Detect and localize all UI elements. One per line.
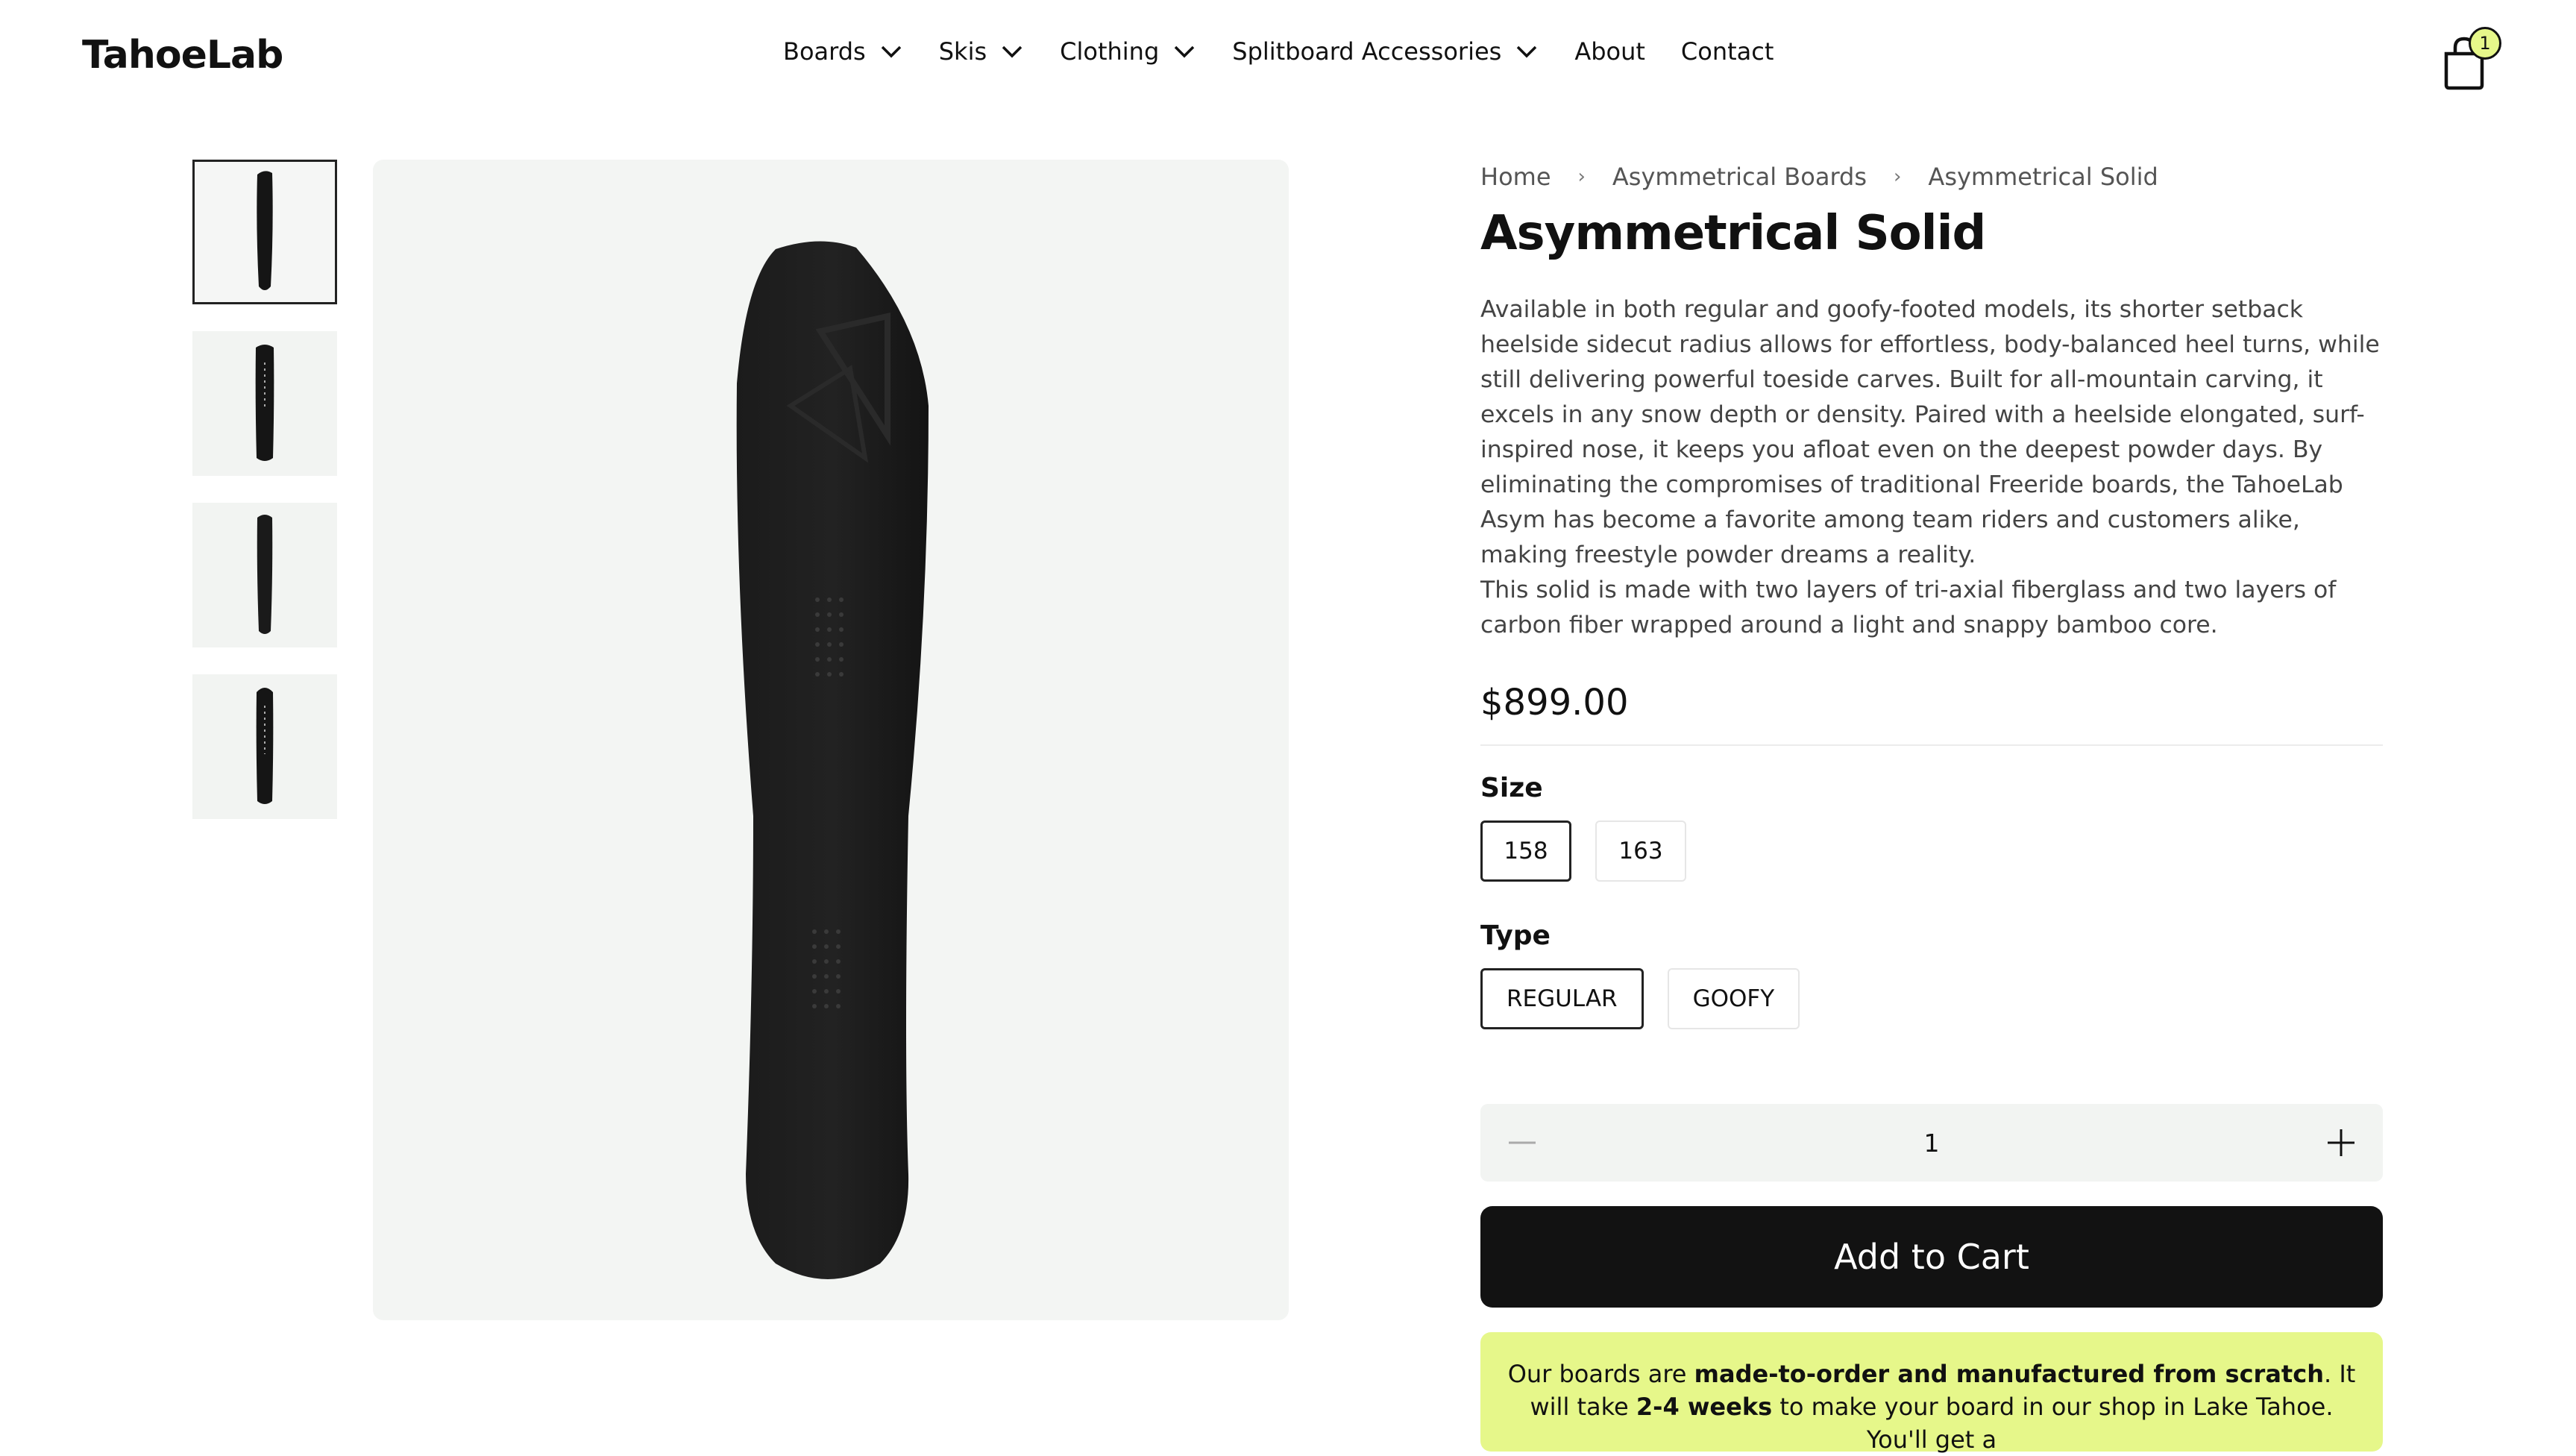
- size-option-163[interactable]: 163: [1595, 820, 1686, 882]
- breadcrumb-home[interactable]: Home: [1480, 163, 1551, 191]
- nav-item-contact[interactable]: Contact: [1681, 37, 1774, 66]
- notice-text: Our boards are: [1507, 1360, 1694, 1388]
- nav-label: About: [1574, 37, 1645, 66]
- description-paragraph: Available in both regular and goofy-foot…: [1480, 296, 2380, 568]
- nav-item-skis[interactable]: Skis: [939, 37, 1024, 66]
- nav-label: Contact: [1680, 37, 1774, 66]
- product-title: Asymmetrical Solid: [1480, 206, 1986, 261]
- nav-item-about[interactable]: About: [1574, 37, 1645, 66]
- nav-label: Boards: [783, 37, 866, 66]
- product-description: Available in both regular and goofy-foot…: [1480, 292, 2383, 643]
- breadcrumb-separator-icon: ›: [1577, 166, 1586, 188]
- nav-item-boards[interactable]: Boards: [783, 37, 903, 66]
- snowboard-thumbnail-image: [257, 171, 273, 290]
- nav-item-clothing[interactable]: Clothing: [1060, 37, 1196, 66]
- breadcrumb-category[interactable]: Asymmetrical Boards: [1612, 163, 1867, 191]
- thumbnail-2[interactable]: [192, 331, 337, 476]
- nav-label: Clothing: [1060, 37, 1160, 66]
- breadcrumb-current: Asymmetrical Solid: [1928, 163, 2158, 191]
- nav-label: Skis: [938, 37, 987, 66]
- type-options: REGULAR GOOFY: [1480, 968, 1823, 1029]
- decrement-button[interactable]: [1503, 1123, 1542, 1162]
- size-label: Size: [1480, 773, 1543, 803]
- type-label: Type: [1480, 920, 1551, 951]
- type-option-regular[interactable]: REGULAR: [1480, 968, 1644, 1029]
- product-page: TahoeLab Boards Skis Clothing Splitboard…: [0, 0, 2576, 1454]
- logo[interactable]: TahoeLab: [82, 33, 283, 78]
- notice-bold: 2-4 weeks: [1636, 1393, 1773, 1421]
- chevron-down-icon: [881, 46, 901, 58]
- snowboard-image: [736, 241, 929, 1280]
- notice-text: to make your board in our shop in Lake T…: [1772, 1393, 2334, 1454]
- snowboard-thumbnail-image: [255, 345, 274, 461]
- snowboard-thumbnail-image: [257, 515, 273, 634]
- product-price: $899.00: [1480, 682, 1629, 724]
- minus-icon: [1509, 1141, 1536, 1144]
- thumbnail-4[interactable]: [192, 674, 337, 819]
- cart-button[interactable]: 1: [2439, 27, 2506, 90]
- size-options: 158 163: [1480, 820, 1710, 882]
- plus-icon: [2328, 1129, 2354, 1156]
- breadcrumb-separator-icon: ›: [1894, 166, 1902, 188]
- cart-count-badge: 1: [2469, 27, 2501, 60]
- chevron-down-icon: [1002, 46, 1022, 58]
- snowboard-thumbnail-image: [256, 688, 274, 804]
- divider: [1480, 744, 2383, 746]
- size-option-158[interactable]: 158: [1480, 820, 1571, 882]
- breadcrumb: Home › Asymmetrical Boards › Asymmetrica…: [1480, 163, 2158, 191]
- quantity-value[interactable]: 1: [1924, 1129, 1940, 1158]
- made-to-order-notice: Our boards are made-to-order and manufac…: [1480, 1332, 2383, 1454]
- type-option-goofy[interactable]: GOOFY: [1667, 968, 1800, 1029]
- increment-button[interactable]: [2322, 1123, 2360, 1162]
- nav-item-splitboard-accessories[interactable]: Splitboard Accessories: [1232, 37, 1539, 66]
- description-paragraph: This solid is made with two layers of tr…: [1480, 577, 2337, 638]
- main-nav: Boards Skis Clothing Splitboard Accessor…: [783, 37, 1809, 66]
- chevron-down-icon: [1517, 46, 1537, 58]
- add-to-cart-button[interactable]: Add to Cart: [1480, 1206, 2383, 1308]
- nav-label: Splitboard Accessories: [1232, 37, 1502, 66]
- chevron-down-icon: [1175, 46, 1195, 58]
- notice-bold: made-to-order and manufactured from scra…: [1694, 1360, 2324, 1388]
- thumbnail-1[interactable]: [192, 160, 337, 304]
- thumbnail-3[interactable]: [192, 503, 337, 647]
- quantity-stepper: 1: [1480, 1104, 2383, 1182]
- main-product-image[interactable]: [373, 160, 1289, 1320]
